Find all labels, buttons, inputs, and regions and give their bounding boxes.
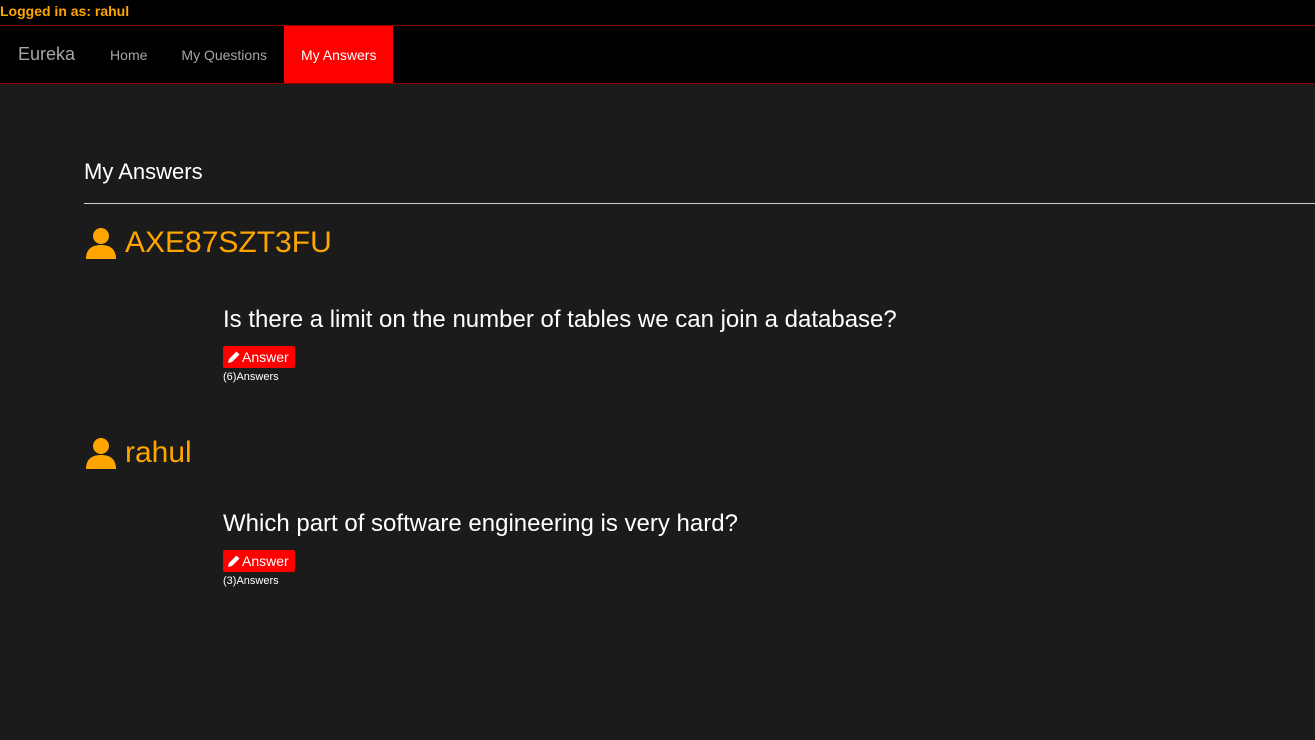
login-status-text: Logged in as: rahul: [0, 3, 130, 19]
answer-count: (6)Answers: [223, 371, 279, 383]
pencil-icon: [228, 351, 240, 363]
user-name[interactable]: rahul: [125, 436, 192, 470]
answer-entry: rahul: [84, 436, 192, 470]
title-divider: [84, 203, 1315, 204]
answer-button-label: Answer: [242, 553, 289, 569]
user-name[interactable]: AXE87SZT3FU: [125, 226, 332, 260]
user-icon: [86, 228, 116, 259]
user-line: rahul: [84, 436, 192, 470]
page-title: My Answers: [84, 159, 203, 184]
answer-count: (3)Answers: [223, 575, 279, 587]
question-text[interactable]: Which part of software engineering is ve…: [223, 510, 738, 538]
question-text[interactable]: Is there a limit on the number of tables…: [223, 306, 897, 334]
question-block: Is there a limit on the number of tables…: [223, 306, 897, 383]
answer-entry: AXE87SZT3FU: [84, 226, 332, 260]
top-navbar: Eureka Home My Questions My Answers: [0, 25, 1315, 84]
login-status-bar: Logged in as: rahul: [0, 0, 1315, 25]
question-block: Which part of software engineering is ve…: [223, 510, 738, 587]
answer-button[interactable]: Answer: [223, 346, 295, 368]
brand-link[interactable]: Eureka: [0, 26, 93, 83]
answer-button[interactable]: Answer: [223, 550, 295, 572]
answer-button-label: Answer: [242, 349, 289, 365]
nav-my-questions[interactable]: My Questions: [164, 26, 284, 83]
nav-my-answers[interactable]: My Answers: [284, 26, 394, 83]
user-icon: [86, 438, 116, 469]
nav-home[interactable]: Home: [93, 26, 164, 83]
user-line: AXE87SZT3FU: [84, 226, 332, 260]
pencil-icon: [228, 555, 240, 567]
